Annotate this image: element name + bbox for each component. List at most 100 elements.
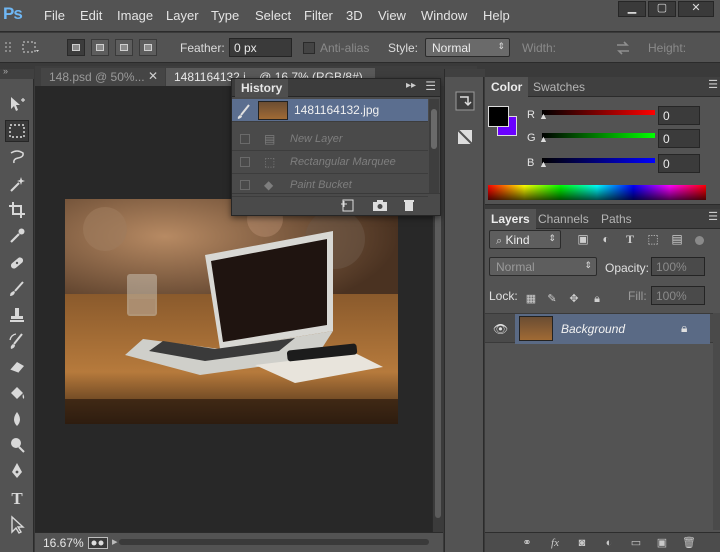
- marquee-preset-icon[interactable]: [22, 40, 40, 56]
- tab-148-psd[interactable]: 148.psd @ 50%...: [41, 68, 165, 86]
- fill-input[interactable]: 100%: [651, 286, 705, 305]
- status-menu-arrow-icon[interactable]: ▸: [112, 535, 118, 548]
- properties-panel-icon[interactable]: [455, 127, 475, 147]
- history-snapshot-row[interactable]: 1481164132.jpg: [232, 99, 428, 122]
- style-select[interactable]: Normal ⇕: [425, 38, 510, 57]
- menu-filter[interactable]: Filter: [304, 8, 333, 23]
- color-spectrum-bar[interactable]: [488, 185, 706, 200]
- tab-close-icon[interactable]: ✕: [148, 69, 158, 83]
- tab-layers[interactable]: Layers: [485, 209, 536, 229]
- link-layers-icon[interactable]: ⚭: [520, 537, 534, 549]
- layer-name[interactable]: Background: [561, 322, 625, 336]
- zoom-level[interactable]: 16.67%: [43, 536, 84, 550]
- camera-icon[interactable]: [372, 197, 388, 213]
- dock-header[interactable]: [445, 69, 485, 77]
- minimize-button[interactable]: ▁: [618, 1, 646, 17]
- history-item[interactable]: ⬚ Rectangular Marquee: [232, 151, 428, 174]
- menu-edit[interactable]: Edit: [80, 8, 102, 23]
- panel-menu-icon[interactable]: ☰: [708, 78, 718, 91]
- lock-all-icon[interactable]: 🔒︎: [591, 293, 603, 305]
- menu-type[interactable]: Type: [211, 8, 239, 23]
- adjustment-layer-icon[interactable]: ◐: [602, 537, 616, 549]
- history-scrollbar[interactable]: [429, 99, 439, 194]
- menu-help[interactable]: Help: [483, 8, 510, 23]
- move-tool-icon[interactable]: [5, 93, 29, 115]
- blur-tool-icon[interactable]: [5, 409, 29, 431]
- menu-image[interactable]: Image: [117, 8, 153, 23]
- green-slider[interactable]: [542, 133, 655, 138]
- brush-tool-icon[interactable]: [5, 279, 29, 301]
- new-document-from-state-icon[interactable]: [340, 197, 356, 213]
- pixel-filter-icon[interactable]: ▣: [576, 233, 590, 246]
- menu-3d[interactable]: 3D: [346, 8, 363, 23]
- tab-channels[interactable]: Channels: [532, 209, 595, 229]
- history-panel-icon[interactable]: [455, 91, 475, 111]
- crop-tool-icon[interactable]: [5, 200, 29, 222]
- lock-image-icon[interactable]: ✎: [546, 293, 558, 305]
- smart-object-filter-icon[interactable]: ▤: [670, 233, 684, 246]
- slider-handle-icon[interactable]: ▲: [539, 134, 548, 144]
- filter-toggle-icon[interactable]: [695, 236, 704, 245]
- fx-icon[interactable]: fx: [548, 537, 562, 549]
- history-checkbox[interactable]: [240, 134, 250, 144]
- shape-filter-icon[interactable]: ⬚: [646, 233, 660, 246]
- path-selection-tool-icon[interactable]: [5, 515, 29, 537]
- layer-row-background[interactable]: 👁︎ Background 🔒︎: [485, 313, 713, 344]
- history-brush-source-icon[interactable]: [236, 103, 252, 119]
- feather-input[interactable]: 0 px: [229, 38, 292, 57]
- history-item[interactable]: ▤ New Layer: [232, 128, 428, 151]
- opacity-input[interactable]: 100%: [651, 257, 705, 276]
- green-value-field[interactable]: 0: [658, 129, 700, 148]
- pen-tool-icon[interactable]: [5, 461, 29, 483]
- lock-transparent-icon[interactable]: ▦: [525, 293, 537, 305]
- healing-brush-tool-icon[interactable]: [5, 253, 29, 275]
- history-title[interactable]: History: [235, 79, 289, 97]
- close-button[interactable]: ✕: [678, 1, 714, 17]
- blue-slider[interactable]: [542, 158, 655, 163]
- type-tool-icon[interactable]: T: [5, 489, 29, 511]
- history-checkbox[interactable]: [240, 180, 250, 190]
- panel-menu-icon[interactable]: ☰: [425, 79, 436, 93]
- blue-value-field[interactable]: 0: [658, 154, 700, 173]
- eraser-tool-icon[interactable]: [5, 357, 29, 379]
- layer-filter-kind-select[interactable]: ⌕ Kind ⇕: [489, 230, 561, 249]
- paint-bucket-tool-icon[interactable]: [5, 383, 29, 405]
- new-group-icon[interactable]: ▭: [629, 537, 643, 549]
- panel-menu-icon[interactable]: ☰: [708, 210, 718, 223]
- lasso-tool-icon[interactable]: [5, 147, 29, 169]
- tab-color[interactable]: Color: [485, 77, 529, 97]
- slider-handle-icon[interactable]: ▲: [539, 159, 548, 169]
- history-checkbox[interactable]: [240, 157, 250, 167]
- scrollbar-thumb[interactable]: [431, 109, 437, 149]
- history-panel-header[interactable]: History ▸▸ ☰: [232, 79, 440, 97]
- add-selection-button[interactable]: [91, 39, 109, 56]
- tab-paths[interactable]: Paths: [595, 209, 638, 229]
- menu-view[interactable]: View: [378, 8, 406, 23]
- menu-file[interactable]: File: [44, 8, 65, 23]
- status-info-icon[interactable]: [88, 537, 108, 549]
- magic-wand-tool-icon[interactable]: [5, 174, 29, 196]
- layers-scrollbar[interactable]: [713, 313, 720, 530]
- trash-icon[interactable]: [401, 197, 417, 213]
- marquee-tool-icon[interactable]: [5, 120, 29, 142]
- type-filter-icon[interactable]: T: [623, 233, 637, 246]
- red-value-field[interactable]: 0: [658, 106, 700, 125]
- dodge-tool-icon[interactable]: [5, 435, 29, 457]
- tools-panel-header[interactable]: »: [0, 66, 34, 79]
- history-brush-tool-icon[interactable]: [5, 331, 29, 353]
- red-slider[interactable]: [542, 110, 655, 115]
- lock-position-icon[interactable]: ✥: [568, 293, 580, 305]
- adjustment-filter-icon[interactable]: ◐: [599, 233, 613, 246]
- subtract-selection-button[interactable]: [115, 39, 133, 56]
- swap-dimensions-icon[interactable]: [615, 40, 631, 56]
- menu-select[interactable]: Select: [255, 8, 291, 23]
- eye-icon[interactable]: 👁︎: [493, 322, 508, 336]
- intersect-selection-button[interactable]: [139, 39, 157, 56]
- horizontal-scrollbar[interactable]: [119, 539, 429, 545]
- slider-handle-icon[interactable]: ▲: [539, 111, 548, 121]
- maximize-button[interactable]: ▢: [648, 1, 676, 17]
- delete-layer-icon[interactable]: 🗑︎: [682, 537, 696, 549]
- eyedropper-tool-icon[interactable]: [5, 226, 29, 248]
- anti-alias-checkbox[interactable]: [303, 42, 315, 54]
- menu-window[interactable]: Window: [421, 8, 467, 23]
